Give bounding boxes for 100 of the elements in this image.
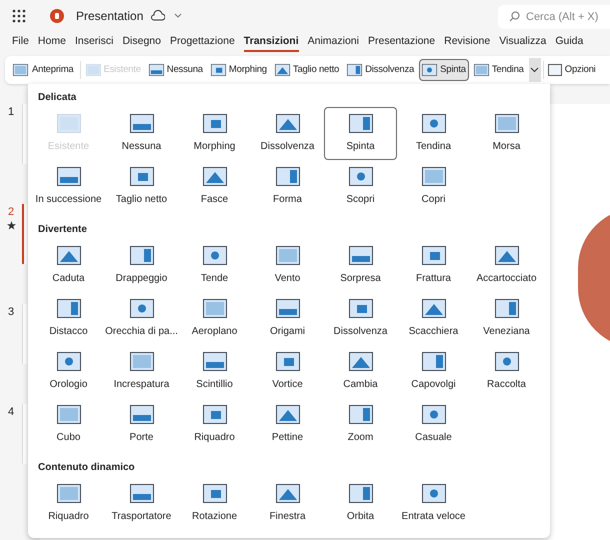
options-icon bbox=[548, 64, 562, 76]
transition-option[interactable]: Distacco bbox=[32, 292, 105, 345]
menu-tab[interactable]: Home bbox=[38, 34, 66, 52]
transition-icon bbox=[276, 352, 300, 370]
transition-option[interactable]: Increspatura bbox=[105, 345, 178, 398]
menu-tab[interactable]: Animazioni bbox=[308, 34, 359, 52]
transition-option[interactable]: Orologio bbox=[32, 345, 105, 398]
transition-option[interactable]: Dissolvenza bbox=[344, 59, 418, 81]
menu-tab[interactable]: Disegno bbox=[122, 34, 161, 52]
menu-tab[interactable]: Guida bbox=[555, 34, 584, 52]
transition-option[interactable]: Nessuna bbox=[146, 59, 206, 81]
menu-tab[interactable]: Revisione bbox=[444, 34, 490, 52]
transition-option[interactable]: Rotazione bbox=[178, 477, 251, 530]
transition-option[interactable]: Origami bbox=[251, 292, 324, 345]
transition-icon bbox=[422, 114, 446, 132]
transition-icon bbox=[494, 352, 518, 370]
transition-option[interactable]: Tendina bbox=[470, 59, 527, 81]
transition-option[interactable]: Cubo bbox=[32, 398, 105, 451]
search-field[interactable]: Cerca (Alt + X) bbox=[498, 4, 610, 28]
transition-option[interactable]: Orbita bbox=[324, 477, 397, 530]
transition-option[interactable]: Trasportatore bbox=[105, 477, 178, 530]
transition-option[interactable]: Copri bbox=[397, 160, 470, 213]
transition-option[interactable]: Riquadro bbox=[178, 398, 251, 451]
transition-icon bbox=[422, 166, 446, 186]
transition-option[interactable]: Vento bbox=[251, 239, 324, 292]
transition-icon bbox=[276, 166, 300, 186]
transition-option[interactable]: Aeroplano bbox=[178, 292, 251, 345]
transition-option[interactable]: Casuale bbox=[397, 398, 470, 451]
transition-icon bbox=[202, 484, 226, 502]
transition-icon bbox=[494, 246, 518, 264]
options-button[interactable]: Opzioni bbox=[546, 59, 598, 81]
transition-option[interactable]: Drappeggio bbox=[105, 239, 178, 292]
transition-option[interactable]: Dissolvenza bbox=[251, 107, 324, 160]
transition-option[interactable]: Riquadro bbox=[32, 477, 105, 530]
transition-icon bbox=[86, 64, 100, 76]
gallery-expand-button[interactable] bbox=[528, 58, 541, 82]
transition-option[interactable]: Forma bbox=[251, 160, 324, 213]
transition-option[interactable]: Tende bbox=[178, 239, 251, 292]
app-launcher-icon[interactable] bbox=[12, 9, 26, 23]
menu-tab[interactable]: Inserisci bbox=[74, 34, 114, 52]
transition-option[interactable]: Taglio netto bbox=[272, 59, 342, 81]
app-logo-icon bbox=[50, 9, 64, 23]
transition-icon bbox=[202, 298, 226, 318]
transition-icon bbox=[202, 114, 226, 132]
transition-option[interactable]: Raccolta bbox=[470, 345, 543, 398]
transition-option[interactable]: Cambia bbox=[324, 345, 397, 398]
transition-icon bbox=[130, 246, 154, 264]
transition-icon bbox=[348, 166, 372, 186]
transition-icon bbox=[422, 352, 446, 370]
menu-tab[interactable]: Progettazione bbox=[170, 34, 235, 52]
transition-option[interactable]: Scintillio bbox=[178, 345, 251, 398]
transition-icon bbox=[148, 64, 164, 76]
transition-option[interactable]: Spinta bbox=[324, 107, 397, 160]
transition-option[interactable]: Orecchia di pa... bbox=[105, 292, 178, 345]
transition-option[interactable]: In successione bbox=[32, 160, 105, 213]
transition-icon bbox=[202, 404, 226, 424]
transition-option[interactable]: Capovolgi bbox=[397, 345, 470, 398]
transition-option[interactable]: Morsa bbox=[470, 107, 543, 160]
transition-option[interactable]: Scacchiera bbox=[397, 292, 470, 345]
transition-icon bbox=[202, 352, 226, 370]
document-title[interactable]: Presentation bbox=[76, 7, 144, 25]
transition-option[interactable]: Finestra bbox=[251, 477, 324, 530]
transition-option[interactable]: Scopri bbox=[324, 160, 397, 213]
transition-option[interactable]: Accartocciato bbox=[470, 239, 543, 292]
transition-option[interactable]: Fasce bbox=[178, 160, 251, 213]
transition-option[interactable]: Morphing bbox=[208, 59, 270, 81]
transition-option[interactable]: Spinta bbox=[419, 59, 469, 81]
menu-tab[interactable]: Visualizza bbox=[499, 34, 546, 52]
transition-icon bbox=[422, 246, 446, 264]
menu-tab[interactable]: File bbox=[12, 34, 29, 52]
slide-number: 4 bbox=[8, 405, 14, 420]
transition-icon bbox=[494, 298, 518, 318]
transition-icon bbox=[130, 404, 154, 424]
slide-number: 2 bbox=[8, 205, 14, 220]
transition-option[interactable]: Taglio netto bbox=[105, 160, 178, 213]
section-header: Delicata bbox=[38, 90, 78, 104]
transition-option[interactable]: Veneziana bbox=[470, 292, 543, 345]
transition-option[interactable]: Morphing bbox=[178, 107, 251, 160]
transition-option[interactable]: Vortice bbox=[251, 345, 324, 398]
transition-option[interactable]: Porte bbox=[105, 398, 178, 451]
transition-icon bbox=[276, 246, 300, 264]
transition-option[interactable]: Pettine bbox=[251, 398, 324, 451]
transition-option[interactable]: Dissolvenza bbox=[324, 292, 397, 345]
transition-option[interactable]: Sorpresa bbox=[324, 239, 397, 292]
transition-icon bbox=[474, 64, 489, 76]
cloud-icon[interactable] bbox=[151, 10, 166, 22]
transition-option[interactable]: Nessuna bbox=[105, 107, 178, 160]
transition-option[interactable]: Tendina bbox=[397, 107, 470, 160]
transition-option[interactable]: Caduta bbox=[32, 239, 105, 292]
chevron-down-icon[interactable] bbox=[173, 12, 184, 20]
transition-icon bbox=[56, 114, 80, 132]
slide-thumbnail[interactable] bbox=[22, 204, 27, 264]
preview-button[interactable]: Anteprima bbox=[9, 59, 78, 81]
transition-option[interactable]: Entrata veloce bbox=[397, 477, 470, 530]
transition-icon bbox=[56, 404, 80, 424]
transition-icon bbox=[348, 298, 372, 318]
menu-tab[interactable]: Transizioni bbox=[244, 34, 299, 52]
transition-option[interactable]: Frattura bbox=[397, 239, 470, 292]
menu-tab[interactable]: Presentazione bbox=[368, 34, 436, 52]
transition-option[interactable]: Zoom bbox=[324, 398, 397, 451]
